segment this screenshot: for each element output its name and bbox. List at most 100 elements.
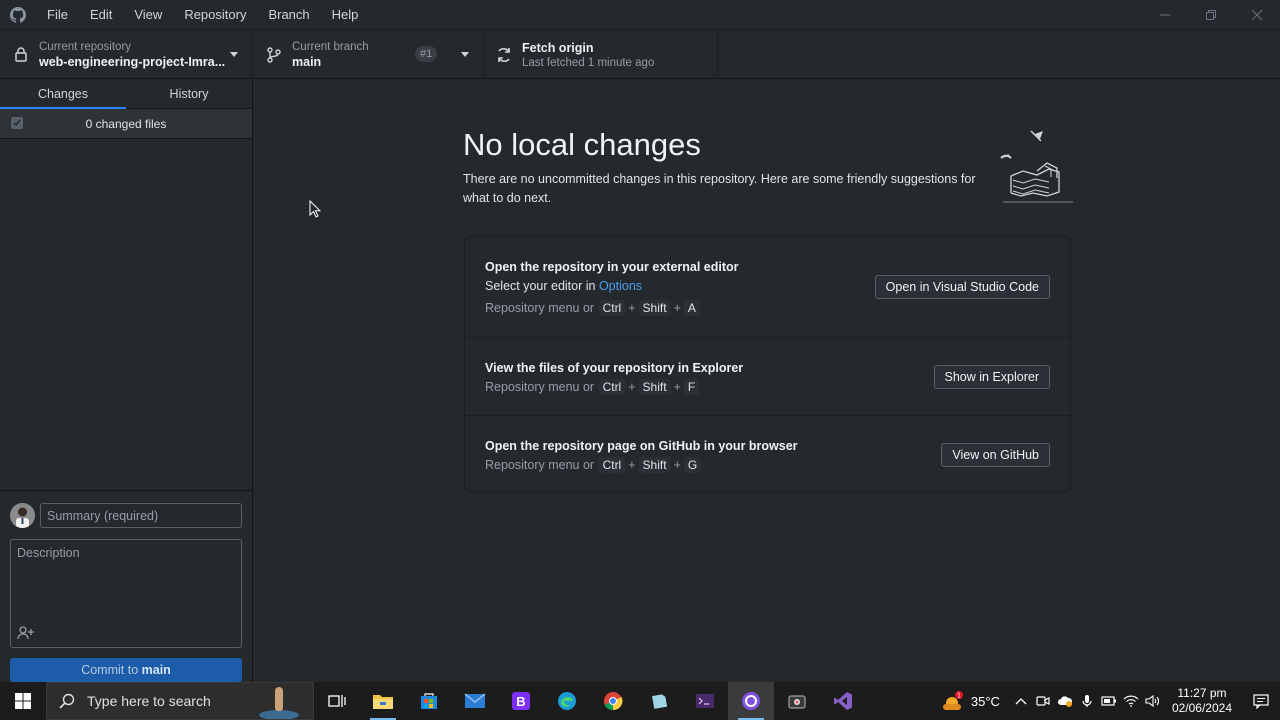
suggestion-description: Select your editor in Options: [485, 279, 642, 293]
tab-history[interactable]: History: [126, 80, 252, 108]
suggestion-title: Open the repository page on GitHub in yo…: [485, 439, 798, 453]
menu-edit[interactable]: Edit: [79, 0, 123, 29]
select-all-checkbox[interactable]: [11, 117, 23, 129]
key-a: A: [683, 300, 700, 316]
minimize-icon[interactable]: [1142, 0, 1188, 29]
system-tray: 1 35°C 11:27 pm 02/06/2024: [941, 682, 1280, 720]
restore-icon[interactable]: [1188, 0, 1234, 29]
camera-icon[interactable]: [1032, 682, 1054, 720]
windows-start-icon[interactable]: [0, 682, 46, 720]
windows-taskbar: Type here to search B 1 35°C 11:27 pm 02…: [0, 682, 1280, 720]
repository-selector[interactable]: Current repository web-engineering-proje…: [0, 30, 253, 79]
clock-date: 02/06/2024: [1171, 701, 1232, 715]
weather-icon: 1: [942, 691, 963, 710]
terminal-icon[interactable]: [682, 682, 728, 720]
branch-name: main: [292, 54, 322, 69]
wifi-icon[interactable]: [1120, 682, 1142, 720]
options-link[interactable]: Options: [599, 279, 642, 293]
chevron-up-icon[interactable]: [1010, 682, 1032, 720]
menu-branch[interactable]: Branch: [257, 0, 320, 29]
empty-state-illustration-icon: [993, 128, 1083, 208]
branch-selector[interactable]: Current branch main #1: [253, 30, 485, 79]
key-shift: Shift: [638, 300, 671, 316]
weather-widget[interactable]: 1 35°C: [941, 690, 1000, 712]
title-bar: File Edit View Repository Branch Help: [0, 0, 1280, 29]
keyboard-shortcut: Repository menu or Ctrl + Shift + G: [485, 457, 702, 473]
fetch-label: Fetch origin: [522, 40, 594, 55]
search-highlight-icon: [259, 687, 299, 719]
cloud-icon[interactable]: [1054, 682, 1076, 720]
shortcut-prefix: Repository menu or: [485, 301, 595, 315]
notifications-icon[interactable]: [1242, 682, 1280, 720]
file-explorer-icon[interactable]: [360, 682, 406, 720]
view-on-github-button[interactable]: View on GitHub: [941, 443, 1050, 467]
notepad-icon[interactable]: [636, 682, 682, 720]
last-fetched-text: Last fetched 1 minute ago: [522, 56, 655, 69]
description-input[interactable]: [11, 540, 241, 620]
pull-request-badge: #1: [415, 46, 438, 62]
edge-browser-icon[interactable]: [544, 682, 590, 720]
search-placeholder: Type here to search: [87, 693, 211, 709]
key-shift: Shift: [638, 457, 671, 473]
menu-view[interactable]: View: [123, 0, 173, 29]
branch-icon: [265, 46, 283, 64]
tab-changes[interactable]: Changes: [0, 80, 126, 109]
sync-icon: [495, 46, 513, 64]
add-coauthor-icon[interactable]: [17, 625, 35, 641]
commit-button-prefix: Commit to: [81, 663, 142, 677]
visual-studio-icon[interactable]: [820, 682, 866, 720]
microsoft-store-icon[interactable]: [406, 682, 452, 720]
search-icon: [59, 693, 75, 709]
keyboard-shortcut: Repository menu or Ctrl + Shift + F: [485, 379, 700, 395]
temperature: 35°C: [970, 693, 1000, 709]
system-clock[interactable]: 11:27 pm 02/06/2024: [1172, 686, 1232, 716]
show-in-explorer-button[interactable]: Show in Explorer: [933, 365, 1050, 389]
repository-label: Current repository: [39, 40, 132, 53]
commit-button[interactable]: Commit to main: [10, 658, 242, 682]
key-shift: Shift: [638, 379, 671, 395]
suggestion-show-explorer: View the files of your repository in Exp…: [465, 338, 1070, 416]
task-view-icon[interactable]: [314, 682, 360, 720]
suggestion-title: View the files of your repository in Exp…: [485, 361, 744, 375]
key-f: F: [683, 379, 700, 395]
bootstrap-studio-icon[interactable]: B: [498, 682, 544, 720]
menu-repository[interactable]: Repository: [173, 0, 257, 29]
open-in-vscode-button[interactable]: Open in Visual Studio Code: [874, 275, 1050, 299]
changed-files-header: 0 changed files: [0, 109, 252, 139]
sidebar-tabs: Changes History: [0, 80, 252, 109]
page-title: No local changes: [463, 127, 701, 162]
chevron-down-icon: [230, 52, 238, 57]
svg-text:B: B: [516, 694, 525, 709]
suggestion-open-editor: Open the repository in your external edi…: [465, 237, 1070, 338]
microphone-icon[interactable]: [1076, 682, 1098, 720]
chevron-down-icon: [461, 52, 469, 57]
taskbar-apps: B: [314, 682, 866, 720]
lock-icon: [12, 46, 30, 64]
key-ctrl: Ctrl: [598, 300, 626, 316]
keyboard-shortcut: Repository menu or Ctrl + Shift + A: [485, 300, 701, 316]
github-logo-icon: [0, 0, 36, 29]
chrome-browser-icon[interactable]: [590, 682, 636, 720]
avatar: [10, 503, 35, 528]
fetch-origin-button[interactable]: Fetch origin Last fetched 1 minute ago: [485, 30, 718, 79]
summary-input[interactable]: [40, 503, 242, 528]
taskbar-search[interactable]: Type here to search: [46, 682, 314, 720]
volume-icon[interactable]: [1142, 682, 1164, 720]
description-field: [10, 539, 242, 648]
github-desktop-taskbar-icon[interactable]: [728, 682, 774, 720]
obs-recorder-icon[interactable]: [774, 682, 820, 720]
mail-icon[interactable]: [452, 682, 498, 720]
menu-file[interactable]: File: [36, 0, 79, 29]
battery-icon[interactable]: [1098, 682, 1120, 720]
key-ctrl: Ctrl: [598, 379, 626, 395]
commit-button-branch: main: [141, 663, 171, 677]
window-controls: [1142, 0, 1280, 29]
key-g: G: [683, 457, 702, 473]
suggestions-panel: Open the repository in your external edi…: [464, 236, 1071, 492]
menu-help[interactable]: Help: [321, 0, 370, 29]
weather-badge: 1: [957, 693, 961, 700]
commit-panel: Commit to main: [0, 490, 252, 682]
close-icon[interactable]: [1234, 0, 1280, 29]
menu-bar: File Edit View Repository Branch Help: [36, 0, 369, 29]
toolbar: Current repository web-engineering-proje…: [0, 29, 1280, 79]
